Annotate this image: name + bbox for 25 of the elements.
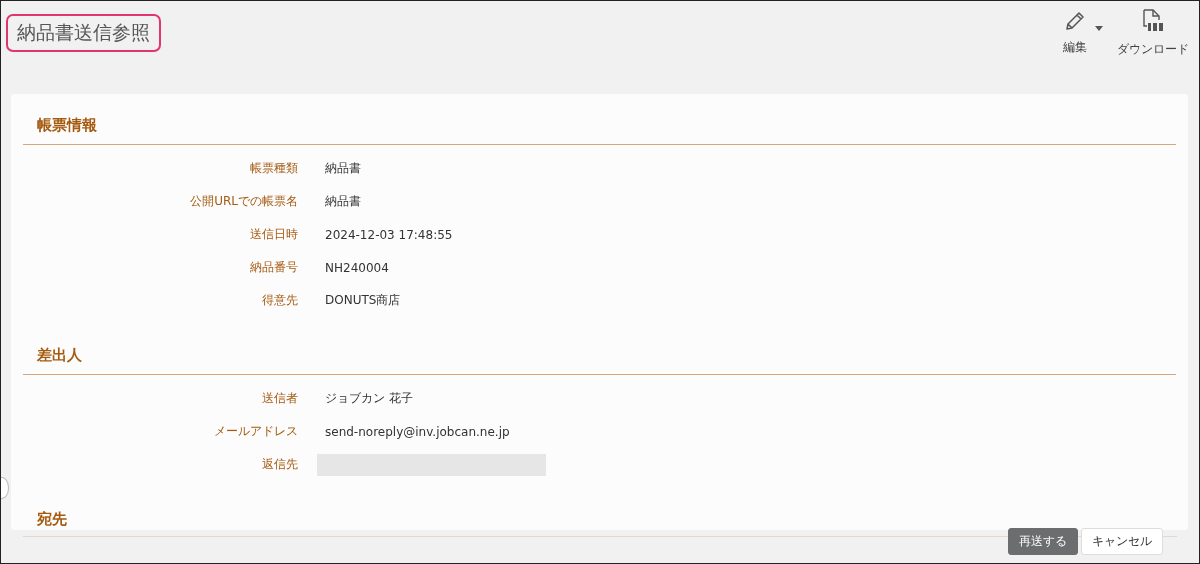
field-value: 納品書 [325, 193, 361, 210]
field-value: 2024-12-03 17:48:55 [325, 227, 453, 242]
edit-button[interactable]: 編集 [1063, 9, 1087, 56]
field-value: NH240004 [325, 260, 389, 275]
field-label: 返信先 [261, 456, 298, 473]
section-heading: 差出人 [37, 346, 83, 366]
field-value: ジョブカン 花子 [325, 390, 413, 407]
section-heading: 帳票情報 [37, 116, 98, 136]
field-label: 送信者 [261, 390, 298, 407]
cancel-button[interactable]: キャンセル [1081, 528, 1163, 555]
field-label: メールアドレス [213, 423, 298, 440]
field-value: send-noreply@inv.jobcan.ne.jp [325, 424, 510, 439]
caret-icon[interactable] [1095, 26, 1103, 31]
field-label: 送信日時 [249, 226, 298, 243]
field-label: 公開URLでの帳票名 [189, 193, 298, 210]
field-label: 納品番号 [249, 259, 298, 276]
pencil-icon [1063, 9, 1087, 33]
page-title: 納品書送信参照 [6, 14, 161, 52]
resend-button[interactable]: 再送する [1008, 528, 1078, 555]
field-value: DONUTS商店 [325, 292, 401, 309]
field-label: 得意先 [261, 292, 298, 309]
field-label: 帳票種類 [249, 160, 298, 177]
download-button[interactable]: ダウンロード [1117, 9, 1189, 58]
field-value: 納品書 [325, 160, 361, 177]
section-heading: 宛先 [37, 510, 68, 530]
